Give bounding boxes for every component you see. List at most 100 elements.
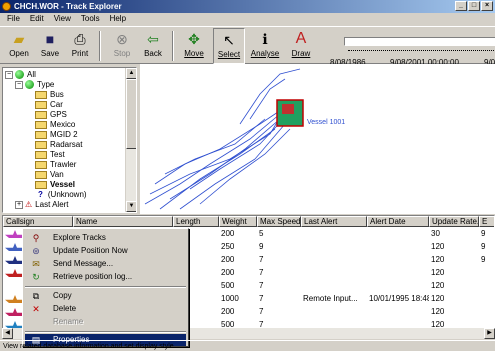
tree-item-selected[interactable]: Vessel [35, 180, 75, 190]
map-view[interactable]: Vessel 1001 [140, 64, 495, 214]
menu-tools[interactable]: Tools [76, 13, 105, 25]
cell-alert-date [367, 254, 429, 266]
track-line [199, 128, 291, 205]
retrieve-icon: ↻ [32, 272, 40, 282]
expand-icon[interactable]: + [15, 200, 23, 209]
track-line [169, 118, 281, 200]
folder-icon [35, 160, 47, 169]
folder-icon [35, 90, 47, 99]
cell-update-rate: 120 [431, 294, 445, 303]
tree-item[interactable]: Test [35, 150, 65, 160]
timeline-track[interactable] [344, 37, 495, 46]
folder-icon [35, 100, 47, 109]
column-header-e[interactable]: E [479, 216, 494, 227]
minimize-button[interactable]: _ [455, 1, 467, 11]
scroll-thumb[interactable] [126, 79, 136, 149]
cell-max-speed: 5 [259, 229, 264, 238]
scroll-left-button[interactable]: ◀ [2, 328, 13, 339]
app-icon [2, 2, 11, 11]
folder-icon [35, 120, 47, 129]
cell-alert-date: 10/01/1995 18:48... [369, 294, 429, 303]
tree-item[interactable]: Mexico [35, 120, 75, 130]
cell-last-alert [301, 254, 367, 266]
cell-update-rate: 120 [431, 268, 445, 277]
save-button[interactable]: ■ Save [36, 28, 64, 64]
collapse-icon[interactable]: − [15, 80, 23, 89]
tree-item[interactable]: Car [35, 100, 63, 110]
print-button[interactable]: ⎙ Print [66, 28, 94, 64]
scroll-down-button[interactable]: ▼ [126, 201, 136, 212]
track-map[interactable]: Vessel 1001 [140, 64, 495, 214]
menu-help[interactable]: Help [105, 13, 131, 25]
window-title: CHCH.WOR - Track Explorer [14, 2, 122, 11]
map-callout: Vessel 1001 [307, 119, 345, 126]
tree-item[interactable]: ? (Unknown) [35, 190, 87, 200]
cell-update-rate: 120 [431, 255, 445, 264]
menu-view[interactable]: View [49, 13, 76, 25]
column-header-callsign[interactable]: Callsign [3, 216, 73, 227]
menu-item-copy[interactable]: ⧉ Copy [25, 290, 186, 302]
menu-item-update-position[interactable]: ⊛ Update Position Now [25, 245, 186, 257]
status-bar: View related database information and se… [0, 340, 495, 351]
tree-scrollbar[interactable]: ▲ ▼ [125, 68, 136, 212]
column-header-name[interactable]: Name [73, 216, 173, 227]
menu-edit[interactable]: Edit [25, 13, 49, 25]
menu-item-send-message[interactable]: ✉ Send Message... [25, 258, 186, 270]
open-button[interactable]: ▰ Open [4, 28, 34, 64]
delete-x-icon: ✕ [32, 304, 40, 314]
menu-item-delete[interactable]: ✕ Delete [25, 303, 186, 315]
track-line [144, 113, 281, 205]
timeline-slider[interactable] [340, 33, 495, 51]
cell-last-alert [301, 280, 367, 292]
menu-file[interactable]: File [2, 13, 25, 25]
select-button[interactable]: ↖ Select [213, 28, 245, 64]
cell-max-speed: 7 [259, 255, 264, 264]
cell-alert-date [367, 241, 429, 253]
cell-max-speed: 9 [259, 242, 264, 251]
tree-item[interactable]: Trawler [35, 160, 76, 170]
scroll-right-button[interactable]: ▶ [484, 328, 495, 339]
analyse-button[interactable]: ℹ Analyse [248, 28, 282, 64]
column-header-alert-date[interactable]: Alert Date [367, 216, 429, 227]
column-header-length[interactable]: Length [173, 216, 219, 227]
collapse-icon[interactable]: − [5, 70, 13, 79]
title-bar: CHCH.WOR - Track Explorer _ □ × [0, 0, 495, 13]
menu-item-explore-tracks[interactable]: ⚲ Explore Tracks [25, 232, 186, 244]
column-header-update-rate[interactable]: Update Rate... [429, 216, 479, 227]
cell-update-rate: 30 [431, 229, 440, 238]
cell-e: 9 [481, 255, 486, 264]
type-tree[interactable]: − All − Type Bus Car GPS Mexico MGID 2 Rad… [2, 67, 137, 213]
column-header-weight[interactable]: Weight [219, 216, 257, 227]
cell-update-rate: 120 [431, 242, 445, 251]
scroll-up-button[interactable]: ▲ [126, 68, 136, 79]
move-button[interactable]: ✥ Move [178, 28, 210, 64]
alert-icon: ⚠ [25, 200, 33, 209]
close-button[interactable]: × [481, 1, 493, 11]
tree-item[interactable]: Radarsat [35, 140, 82, 150]
cell-e: 9 [481, 229, 486, 238]
track-line [179, 123, 286, 210]
tree-root[interactable]: − All [5, 70, 36, 80]
tree-type[interactable]: − Type [15, 80, 54, 90]
maximize-button[interactable]: □ [468, 1, 480, 11]
column-header-last-alert[interactable]: Last Alert [301, 216, 367, 227]
cell-last-alert [301, 267, 367, 279]
draw-button[interactable]: A Draw [286, 28, 316, 64]
cell-alert-date [367, 280, 429, 292]
menu-item-retrieve-log[interactable]: ↻ Retrieve position log... [25, 271, 186, 283]
tree-item[interactable]: Van [35, 170, 64, 180]
track-line [149, 108, 286, 195]
folder-open-icon: ▰ [13, 31, 25, 47]
cell-weight: 250 [221, 242, 235, 251]
tree-item[interactable]: GPS [35, 110, 67, 120]
tree-item[interactable]: Bus [35, 90, 64, 100]
menu-item-rename[interactable]: Rename [25, 316, 186, 328]
column-header-max-speed[interactable]: Max Speed [257, 216, 301, 227]
back-button[interactable]: ⇦ Back [138, 28, 168, 64]
copy-icon: ⧉ [32, 291, 40, 301]
tree-last-alert[interactable]: + ⚠ Last Alert [15, 200, 69, 210]
tree-item[interactable]: MGID 2 [35, 130, 78, 140]
stop-button[interactable]: ⊗ Stop [108, 28, 136, 64]
magnifier-icon: ⚲ [32, 233, 40, 243]
menu-bar: File Edit View Tools Help [0, 13, 495, 25]
